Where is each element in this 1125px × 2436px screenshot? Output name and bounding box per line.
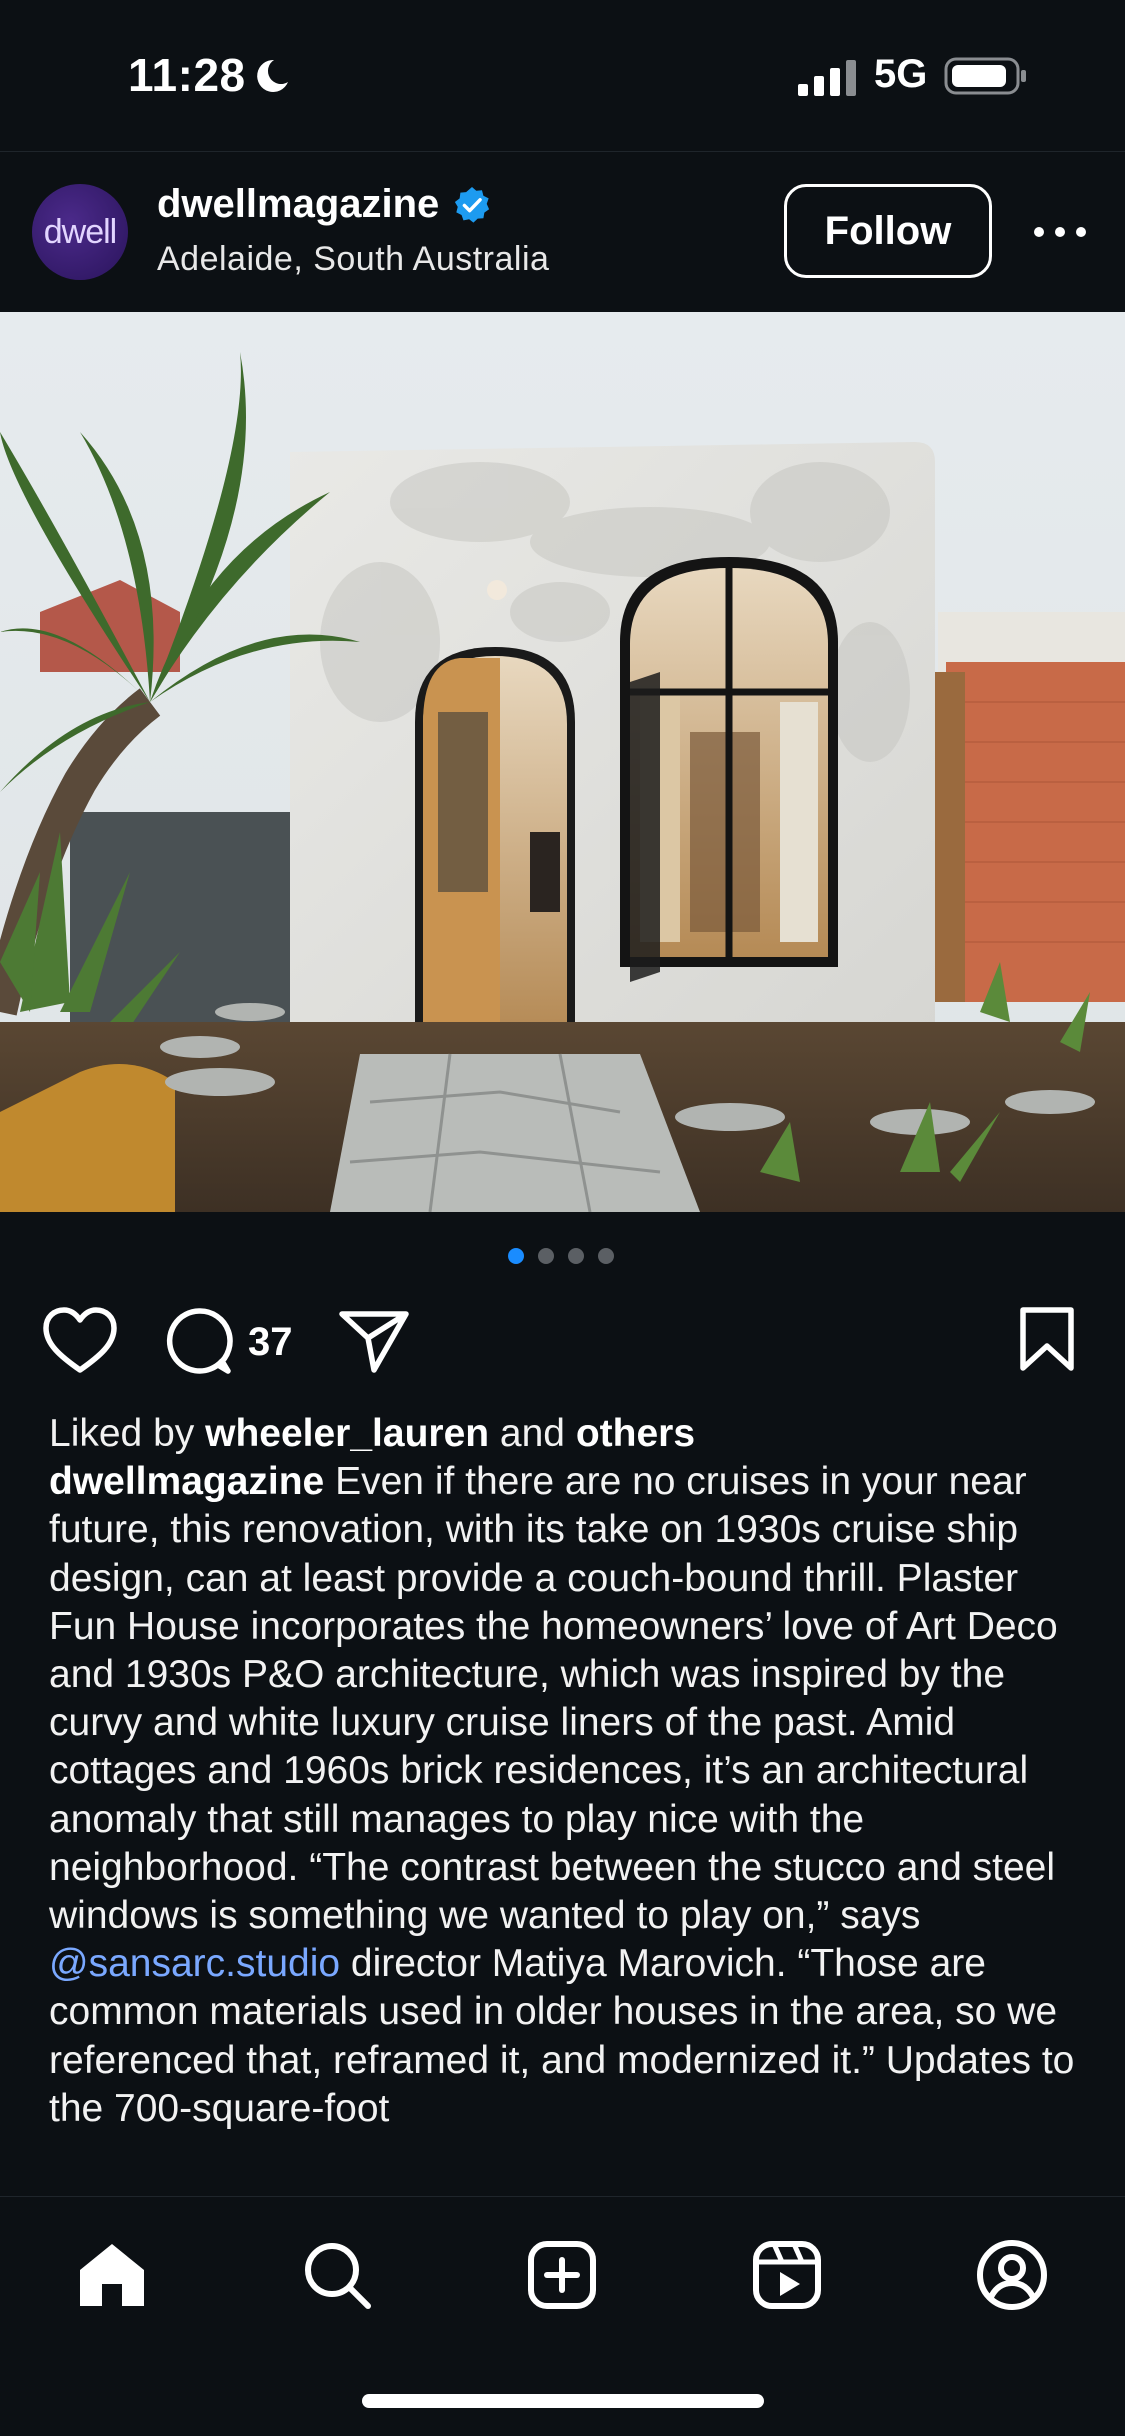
liked-by-middle: and bbox=[489, 1412, 576, 1455]
reels-icon bbox=[753, 2241, 821, 2309]
more-dot bbox=[1076, 227, 1086, 237]
comment-count[interactable]: 37 bbox=[248, 1320, 293, 1365]
username-row: dwellmagazine bbox=[157, 182, 491, 227]
avatar[interactable]: dwell bbox=[32, 184, 128, 280]
save-bookmark-icon[interactable] bbox=[1018, 1306, 1076, 1372]
nav-reels[interactable] bbox=[749, 2237, 825, 2313]
caption-mention-link[interactable]: @sansarc.studio bbox=[49, 1942, 340, 1985]
comment-icon[interactable] bbox=[164, 1306, 234, 1376]
nav-create[interactable] bbox=[524, 2237, 600, 2313]
carousel-dot-active bbox=[508, 1248, 524, 1264]
liked-by-line[interactable]: Liked by wheeler_lauren and others bbox=[49, 1410, 1079, 1458]
post-username[interactable]: dwellmagazine bbox=[157, 182, 439, 227]
carousel-dot bbox=[568, 1248, 584, 1264]
nav-home[interactable] bbox=[74, 2237, 150, 2313]
post-image[interactable] bbox=[0, 312, 1125, 1212]
status-time: 11:28 bbox=[128, 49, 246, 101]
post-header: dwell dwellmagazine Adelaide, South Aust… bbox=[0, 152, 1125, 312]
verified-badge-icon bbox=[455, 186, 490, 223]
status-bar: 11:28 5G bbox=[0, 0, 1125, 150]
share-paper-plane-icon[interactable] bbox=[338, 1308, 410, 1374]
home-icon bbox=[80, 2244, 144, 2306]
home-indicator-bar[interactable] bbox=[362, 2394, 764, 2408]
nav-search[interactable] bbox=[299, 2237, 375, 2313]
post-actions: 37 bbox=[0, 1300, 1125, 1400]
liked-by-others[interactable]: others bbox=[576, 1412, 695, 1455]
post-location[interactable]: Adelaide, South Australia bbox=[157, 240, 549, 279]
moon-icon bbox=[257, 59, 288, 92]
battery-icon bbox=[944, 57, 1026, 95]
nav-profile[interactable] bbox=[974, 2237, 1050, 2313]
network-type: 5G bbox=[874, 52, 928, 96]
caption-text-part1: Even if there are no cruises in your nea… bbox=[49, 1460, 1058, 1938]
like-heart-icon[interactable] bbox=[42, 1306, 118, 1376]
liked-by-user[interactable]: wheeler_lauren bbox=[205, 1412, 489, 1455]
liked-by-prefix: Liked by bbox=[49, 1412, 206, 1455]
signal-icon bbox=[798, 60, 856, 96]
carousel-dot bbox=[598, 1248, 614, 1264]
more-options-icon[interactable] bbox=[1028, 212, 1092, 252]
instagram-post-screen: 11:28 5G dwell dwellmagazine Adelaide, S… bbox=[0, 0, 1125, 2436]
house-photo-illustration bbox=[0, 312, 1125, 1212]
profile-icon bbox=[977, 2240, 1047, 2310]
post-caption: Liked by wheeler_lauren and others dwellm… bbox=[49, 1410, 1079, 2133]
avatar-logo-text: dwell bbox=[43, 212, 117, 251]
search-icon bbox=[305, 2243, 371, 2309]
carousel-indicator bbox=[508, 1248, 614, 1264]
caption-author[interactable]: dwellmagazine bbox=[49, 1460, 324, 1503]
more-dot bbox=[1034, 227, 1044, 237]
carousel-dot bbox=[538, 1248, 554, 1264]
create-post-icon bbox=[528, 2241, 596, 2309]
more-dot bbox=[1055, 227, 1065, 237]
follow-button[interactable]: Follow bbox=[784, 184, 992, 278]
